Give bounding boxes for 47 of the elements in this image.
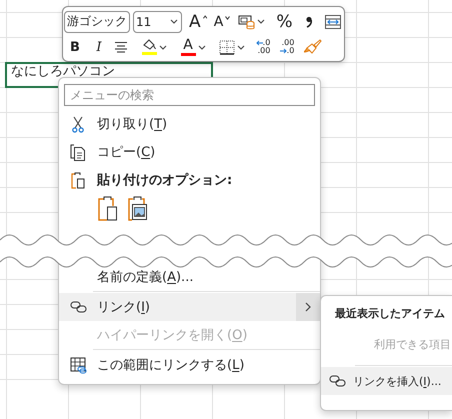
clipboard-icon: [71, 172, 85, 188]
paste-button[interactable]: [98, 196, 118, 220]
clipboard-picture-icon: [128, 196, 148, 220]
grow-font-button[interactable]: A: [189, 12, 207, 32]
empty-message: 利用できる項目: [373, 337, 452, 353]
chevron-right-icon: [305, 302, 311, 312]
menu-item[interactable]: この範囲にリンクする(L): [59, 351, 320, 379]
font-color-button[interactable]: A: [177, 37, 209, 57]
paste-picture-button[interactable]: [128, 196, 148, 220]
chevron-down-icon: [170, 19, 178, 24]
range-link-icon: [70, 356, 86, 374]
percent-button[interactable]: %: [276, 12, 293, 32]
link-icon: [70, 301, 86, 313]
menu-item[interactable]: 名前の定義(A)...: [59, 263, 320, 291]
chevron-down-icon: [158, 44, 166, 50]
font-size-dropdown[interactable]: 11: [133, 10, 182, 32]
caret-down-icon: [225, 16, 230, 20]
arrow-left-icon: [256, 40, 263, 46]
menu-item[interactable]: 切り取り(T): [59, 110, 320, 138]
font-name-dropdown[interactable]: 游ゴシック: [64, 10, 130, 32]
clipboard-icon: [98, 196, 118, 220]
chevron-down-icon: [198, 44, 206, 50]
link-icon: [328, 375, 346, 387]
submenu-title: 最近表示したアイテム: [334, 306, 446, 322]
menu-search-field[interactable]: メニューの検索: [64, 84, 315, 106]
decrease-decimal-button[interactable]: .00 .0: [278, 37, 296, 57]
copy-icon: [70, 144, 86, 160]
borders-icon: [219, 40, 235, 54]
paintbrush-icon: [304, 39, 322, 55]
shrink-font-button[interactable]: A: [213, 12, 231, 32]
chevron-down-icon: [237, 44, 245, 50]
merge-cells-icon: [325, 14, 341, 30]
menu-item[interactable]: リンク(I): [59, 293, 320, 321]
arrow-right-icon: [280, 48, 287, 54]
cell-styles-icon: [238, 14, 254, 30]
caret-up-icon: [202, 14, 207, 18]
align-center-icon: [114, 41, 128, 53]
scissors-icon: [72, 116, 84, 132]
chevron-down-icon: [256, 19, 264, 24]
paste-options-heading: 貼り付けのオプション:: [97, 172, 232, 189]
comma-icon: [306, 16, 312, 28]
increase-decimal-button[interactable]: .0 .00: [254, 37, 272, 57]
menu-item[interactable]: リンクを挿入(I)...: [321, 367, 452, 395]
bold-button[interactable]: B: [69, 37, 81, 57]
paint-bucket-icon: [142, 39, 156, 51]
italic-button[interactable]: I: [93, 37, 105, 57]
menu-item[interactable]: コピー(C): [59, 138, 320, 166]
